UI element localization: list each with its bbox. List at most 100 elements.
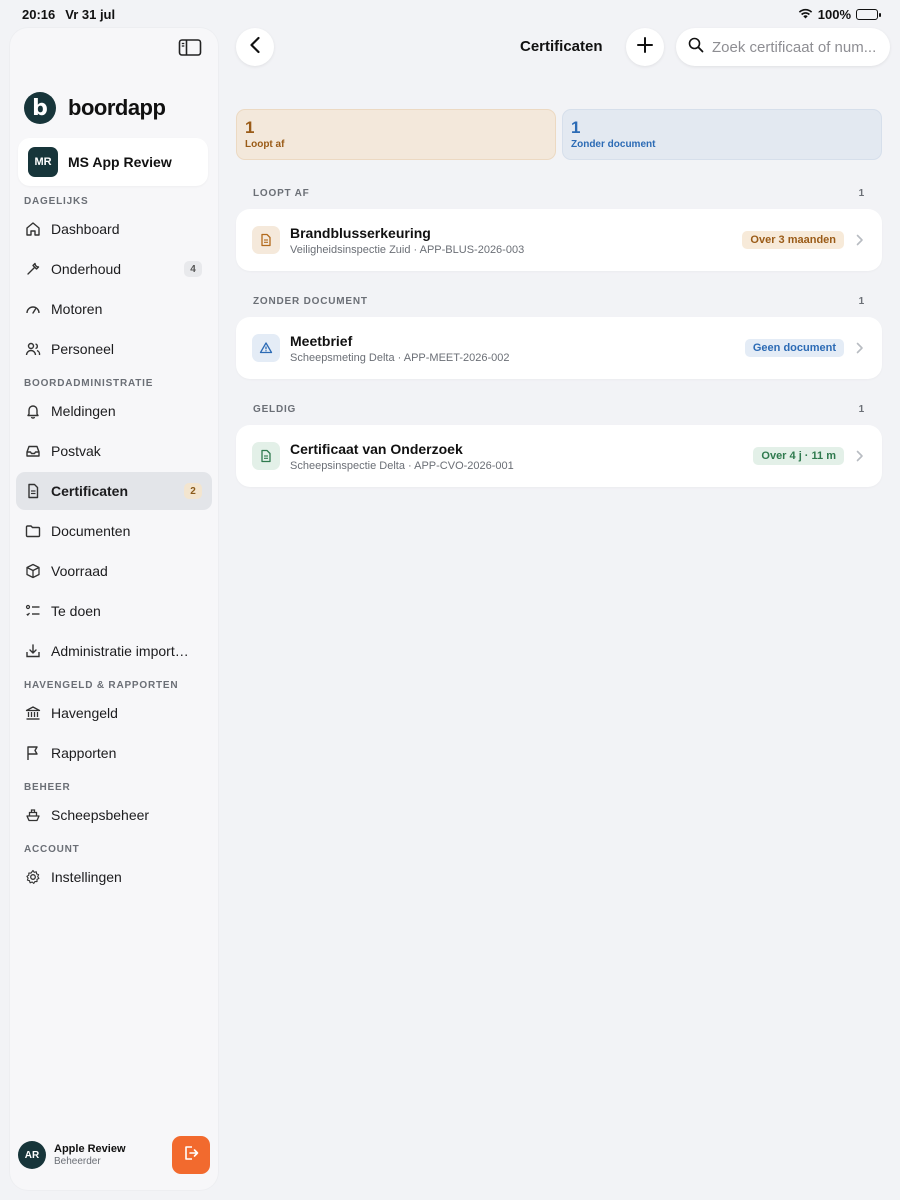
summary-card-zonder-document[interactable]: 1 Zonder document <box>562 109 882 160</box>
summary-card-loopt-af[interactable]: 1 Loopt af <box>236 109 556 160</box>
chevron-left-icon <box>249 36 261 59</box>
status-bar: 20:16 Vr 31 jul 100% <box>0 0 900 28</box>
section-header-loopt-af: LOOPT AF 1 <box>253 188 865 199</box>
wrench-icon <box>24 261 41 278</box>
user-profile: AR Apple Review Beheerder <box>18 1136 210 1174</box>
certificate-title: Meetbrief <box>290 332 353 349</box>
summary-count: 1 <box>571 118 581 137</box>
flag-icon <box>24 745 41 762</box>
account-avatar: MR <box>28 147 58 177</box>
user-role: Beheerder <box>54 1156 101 1167</box>
sidebar-item-meldingen[interactable]: Meldingen <box>16 392 212 430</box>
logout-icon <box>182 1144 200 1167</box>
status-date: Vr 31 jul <box>65 6 116 22</box>
section-header-zonder-document: ZONDER DOCUMENT 1 <box>253 296 865 307</box>
document-icon <box>252 226 280 254</box>
import-icon <box>24 643 41 660</box>
sidebar-item-label: Postvak <box>51 443 101 459</box>
search-icon <box>688 37 704 58</box>
add-certificate-button[interactable] <box>626 28 664 66</box>
summary-label: Loopt af <box>245 139 285 150</box>
certificate-row[interactable]: Meetbrief Scheepsmeting Delta · APP-MEET… <box>236 317 882 379</box>
bell-icon <box>24 403 41 420</box>
section-title: GELDIG <box>253 404 297 415</box>
sidebar-item-administratie-import[interactable]: Administratie import… <box>16 632 212 670</box>
certificate-title: Brandblusserkeuring <box>290 224 431 241</box>
brand-name: boordapp <box>68 95 166 120</box>
account-name: MS App Review <box>68 154 172 170</box>
sidebar: b boordapp MR MS App Review DAGELIJKS Da… <box>10 28 218 1190</box>
sidebar-item-postvak[interactable]: Postvak <box>16 432 212 470</box>
folder-icon <box>24 523 41 540</box>
section-title: ZONDER DOCUMENT <box>253 296 368 307</box>
section-title: LOOPT AF <box>253 188 310 199</box>
sidebar-item-rapporten[interactable]: Rapporten <box>16 734 212 772</box>
sidebar-item-label: Certificaten <box>51 483 129 499</box>
section-count: 1 <box>858 188 865 199</box>
sidebar-item-instellingen[interactable]: Instellingen <box>16 858 212 896</box>
sidebar-item-label: Onderhoud <box>51 261 122 277</box>
section-count: 1 <box>858 296 865 307</box>
certificate-title: Certificaat van Onderzoek <box>290 440 463 457</box>
status-badge: Over 3 maanden <box>742 231 844 249</box>
bank-icon <box>24 705 41 722</box>
sidebar-item-label: Havengeld <box>51 705 118 721</box>
sidebar-item-te-doen[interactable]: Te doen <box>16 592 212 630</box>
gauge-icon <box>24 301 41 318</box>
section-label-dagelijks: DAGELIJKS <box>24 196 89 207</box>
page-title: Certificaten <box>520 38 603 55</box>
status-time: 20:16 <box>22 6 56 22</box>
sidebar-item-label: Dashboard <box>51 221 120 237</box>
certificate-row[interactable]: Certificaat van Onderzoek Scheepsinspect… <box>236 425 882 487</box>
sidebar-nav: DAGELIJKS Dashboard Onderhoud 4 Motoren … <box>16 192 212 898</box>
account-switcher[interactable]: MR MS App Review <box>18 138 208 186</box>
chevron-right-icon <box>854 233 866 247</box>
certificate-row[interactable]: Brandblusserkeuring Veiligheidsinspectie… <box>236 209 882 271</box>
sidebar-toggle-icon[interactable] <box>178 38 202 58</box>
chevron-right-icon <box>854 449 866 463</box>
summary-count: 1 <box>245 118 255 137</box>
sidebar-item-label: Instellingen <box>51 869 122 885</box>
sidebar-item-label: Documenten <box>51 523 131 539</box>
section-label-havengeld: HAVENGELD & RAPPORTEN <box>24 680 179 691</box>
search-bar <box>676 28 890 66</box>
sidebar-item-label: Scheepsbeheer <box>51 807 150 823</box>
wifi-icon <box>798 7 813 22</box>
home-icon <box>24 221 41 238</box>
summary-label: Zonder document <box>571 139 656 150</box>
status-badge: Geen document <box>744 339 844 357</box>
certificate-subtitle: Scheepsinspectie Delta · APP-CVO-2026-00… <box>290 459 514 472</box>
summary-cards: 1 Loopt af 1 Zonder document <box>236 109 882 160</box>
plus-icon <box>636 36 654 59</box>
gear-icon <box>24 869 41 886</box>
status-badge: Over 4 j · 11 m <box>753 447 844 465</box>
sidebar-item-label: Te doen <box>51 603 101 619</box>
battery-level: 100% <box>817 6 851 22</box>
sidebar-item-personeel[interactable]: Personeel <box>16 330 212 368</box>
section-label-account: ACCOUNT <box>24 844 80 855</box>
box-icon <box>24 563 41 580</box>
section-label-boordadministratie: BOORDADMINISTRATIE <box>24 378 154 389</box>
avatar[interactable]: AR <box>18 1141 46 1169</box>
section-header-geldig: GELDIG 1 <box>253 404 865 415</box>
certificate-subtitle: Veiligheidsinspectie Zuid · APP-BLUS-202… <box>290 243 525 256</box>
sidebar-item-scheepsbeheer[interactable]: Scheepsbeheer <box>16 796 212 834</box>
logout-button[interactable] <box>172 1136 210 1174</box>
checklist-icon <box>24 603 41 620</box>
sidebar-item-label: Meldingen <box>51 403 116 419</box>
certificate-subtitle: Scheepsmeting Delta · APP-MEET-2026-002 <box>290 351 510 364</box>
sidebar-item-onderhoud[interactable]: Onderhoud 4 <box>16 250 212 288</box>
sidebar-item-label: Rapporten <box>51 745 117 761</box>
sidebar-item-havengeld[interactable]: Havengeld <box>16 694 212 732</box>
sidebar-item-voorraad[interactable]: Voorraad <box>16 552 212 590</box>
sidebar-item-dashboard[interactable]: Dashboard <box>16 210 212 248</box>
count-badge: 4 <box>184 261 202 277</box>
section-count: 1 <box>858 404 865 415</box>
sidebar-item-motoren[interactable]: Motoren <box>16 290 212 328</box>
sidebar-item-label: Administratie import… <box>51 643 189 659</box>
sidebar-item-label: Voorraad <box>51 563 108 579</box>
search-input[interactable] <box>712 38 882 56</box>
sidebar-item-documenten[interactable]: Documenten <box>16 512 212 550</box>
back-button[interactable] <box>236 28 274 66</box>
sidebar-item-certificaten[interactable]: Certificaten 2 <box>16 472 212 510</box>
